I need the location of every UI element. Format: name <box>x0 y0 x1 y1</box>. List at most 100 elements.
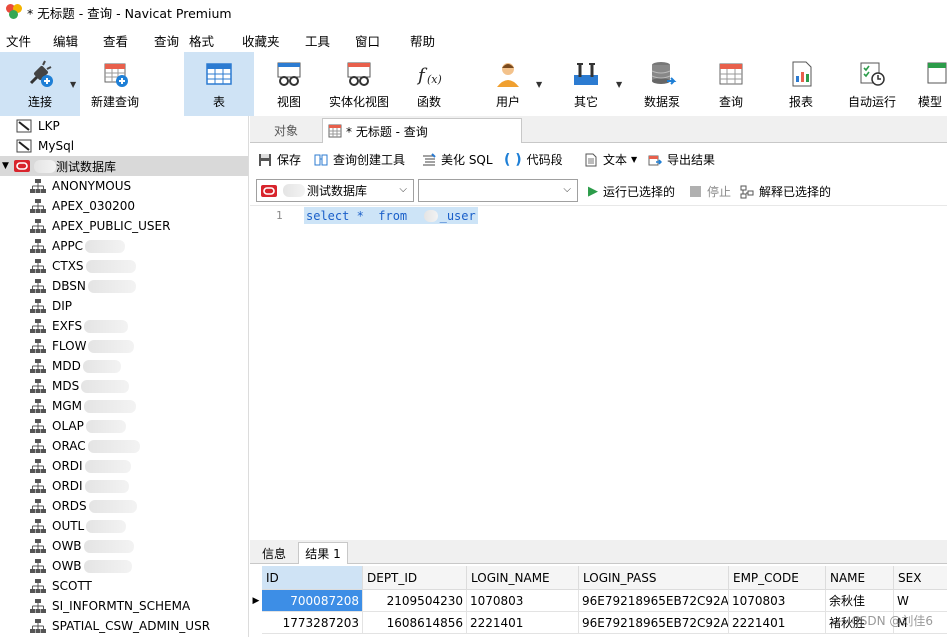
tree-item-schema[interactable]: FLOW <box>0 336 248 356</box>
table-cell[interactable]: 1608614856 <box>363 612 467 634</box>
table-cell[interactable]: 2221401 <box>729 612 826 634</box>
new-query-button[interactable]: 新建查询 <box>82 52 148 116</box>
menu-tools[interactable]: 工具 <box>305 31 330 50</box>
tree-item-schema[interactable]: ANONYMOUS <box>0 176 248 196</box>
tree-item-schema[interactable]: SPATIAL_CSW_ADMIN_USR <box>0 616 248 636</box>
tree-item-schema[interactable]: DBSN <box>0 276 248 296</box>
chevron-down-icon[interactable]: ▼ <box>616 80 622 89</box>
tree-item-schema[interactable]: ORDS <box>0 496 248 516</box>
tree-item-schema[interactable]: EXFS <box>0 316 248 336</box>
tree-item-mysql[interactable]: MySql <box>0 136 248 156</box>
report-button[interactable]: 报表 <box>774 52 828 116</box>
tab-result-1[interactable]: 结果 1 <box>298 542 348 564</box>
tree-item-label: DIP <box>52 299 73 313</box>
menu-view[interactable]: 查看 <box>103 31 128 50</box>
table-cell[interactable]: 2109504230 <box>363 590 467 612</box>
tree-item-schema[interactable]: MDS <box>0 376 248 396</box>
table-cell[interactable]: 2221401 <box>467 612 579 634</box>
function-button[interactable]: f (x) 函数 <box>400 52 458 116</box>
connection-tree: LKP MySql ▼ 测试数据库 ANONYMOUS APEX_030200 AP… <box>0 116 249 637</box>
materialized-view-button[interactable]: 实体化视图 <box>324 52 394 116</box>
beautify-sql-button[interactable]: 美化 SQL <box>422 151 493 168</box>
data-pump-button[interactable]: 数据泵 <box>632 52 692 116</box>
tree-item-schema[interactable]: APPC <box>0 236 248 256</box>
code-snippet-button[interactable]: ( ) 代码段 <box>504 151 563 168</box>
table-cell[interactable]: 余秋佳 <box>826 590 894 612</box>
schema-select[interactable]: ⌵ <box>418 179 578 202</box>
result-grid[interactable]: ID DEPT_ID LOGIN_NAME LOGIN_PASS EMP_CODE NAM… <box>250 566 947 637</box>
save-button[interactable]: 保存 <box>258 151 301 168</box>
column-header[interactable]: LOGIN_NAME <box>467 566 579 590</box>
menu-help[interactable]: 帮助 <box>410 31 435 50</box>
menu-edit[interactable]: 编辑 <box>53 31 78 50</box>
text-button[interactable]: 文本 ▼ <box>584 151 637 168</box>
connect-button[interactable]: 连接 ▼ <box>0 52 80 116</box>
table-cell[interactable]: 700087208 <box>262 590 363 612</box>
table-cell[interactable]: W <box>894 590 947 612</box>
chevron-down-icon[interactable]: ▼ <box>2 161 14 171</box>
column-header[interactable]: LOGIN_PASS <box>579 566 729 590</box>
tab-info[interactable]: 信息 <box>254 542 294 564</box>
redacted-text <box>88 339 135 353</box>
schema-icon <box>30 519 46 533</box>
sql-selection[interactable]: select * from _user <box>304 207 478 224</box>
other-button[interactable]: 其它 ▼ <box>558 52 622 116</box>
column-header[interactable]: DEPT_ID <box>363 566 467 590</box>
tree-item-schema[interactable]: OWB <box>0 536 248 556</box>
redacted-text <box>86 519 127 533</box>
table-cell[interactable]: 96E79218965EB72C92A54 <box>579 612 729 634</box>
tree-item-schema[interactable]: SI_INFORMTN_SCHEMA <box>0 596 248 616</box>
tree-item-schema[interactable]: OWB <box>0 556 248 576</box>
sql-editor[interactable]: 1 select * from _user <box>250 205 947 535</box>
tab-objects[interactable]: 对象 <box>250 118 322 143</box>
table-cell[interactable]: 1070803 <box>467 590 579 612</box>
table-cell[interactable]: 1070803 <box>729 590 826 612</box>
tree-item-schema[interactable]: ORDI <box>0 476 248 496</box>
tree-item-database[interactable]: ▼ 测试数据库 <box>0 156 248 176</box>
chevron-down-icon[interactable]: ▼ <box>70 80 76 89</box>
tree-item-schema[interactable]: CTXS <box>0 256 248 276</box>
tree-item-lkp[interactable]: LKP <box>0 116 248 136</box>
run-selected-button[interactable]: ▶ 运行已选择的 <box>588 183 675 200</box>
menu-window[interactable]: 窗口 <box>355 31 380 50</box>
explain-selected-button[interactable]: 解释已选择的 <box>740 183 831 200</box>
menu-favorites[interactable]: 收藏夹 <box>242 31 280 50</box>
connection-select[interactable]: 测试数据库 ⌵ <box>256 179 414 202</box>
column-header[interactable]: EMP_CODE <box>729 566 826 590</box>
tree-item-schema[interactable]: MGM <box>0 396 248 416</box>
redacted-text <box>83 559 132 573</box>
user-button[interactable]: 用户 ▼ <box>478 52 542 116</box>
view-button[interactable]: 视图 <box>258 52 320 116</box>
tab-query[interactable]: * 无标题 - 查询 <box>322 118 522 143</box>
query-button[interactable]: 查询 <box>702 52 760 116</box>
tree-item-schema[interactable]: MDD <box>0 356 248 376</box>
export-results-button[interactable]: 导出结果 <box>648 151 715 168</box>
table-cell[interactable]: 1773287203 <box>262 612 363 634</box>
automation-button[interactable]: 自动运行 <box>842 52 902 116</box>
menu-format[interactable]: 格式 <box>189 31 214 50</box>
menu-file[interactable]: 文件 <box>6 31 31 50</box>
chevron-down-icon[interactable]: ▼ <box>631 155 637 164</box>
table-button[interactable]: 表 <box>184 52 254 116</box>
table-cell[interactable]: 96E79218965EB72C92A54 <box>579 590 729 612</box>
mysql-connection-icon <box>16 139 32 153</box>
tree-item-schema[interactable]: APEX_PUBLIC_USER <box>0 216 248 236</box>
tree-item-schema[interactable]: DIP <box>0 296 248 316</box>
tree-item-schema[interactable]: OLAP <box>0 416 248 436</box>
tree-item-schema[interactable]: APEX_030200 <box>0 196 248 216</box>
current-row-marker-icon[interactable]: ▶ <box>250 590 262 612</box>
query-builder-button[interactable]: 查询创建工具 <box>314 151 405 168</box>
chevron-down-icon[interactable]: ▼ <box>536 80 542 89</box>
column-header[interactable]: ID <box>262 566 363 590</box>
model-button[interactable]: 模型 <box>918 52 947 116</box>
tree-item-schema[interactable]: SCOTT <box>0 576 248 596</box>
function-label: 函数 <box>416 95 441 109</box>
tree-item-schema[interactable]: ORAC <box>0 436 248 456</box>
column-header[interactable]: SEX <box>894 566 947 590</box>
menu-query[interactable]: 查询 <box>154 31 179 50</box>
row-marker[interactable] <box>250 612 262 634</box>
column-header[interactable]: NAME <box>826 566 894 590</box>
tree-item-schema[interactable]: OUTL <box>0 516 248 536</box>
stop-button[interactable]: 停止 <box>690 183 731 200</box>
tree-item-schema[interactable]: ORDI <box>0 456 248 476</box>
